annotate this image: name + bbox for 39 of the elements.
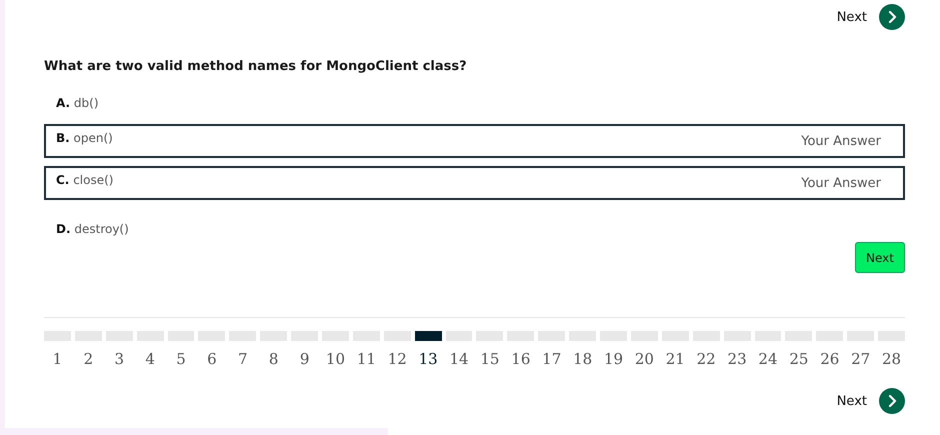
next-link[interactable]: Next xyxy=(836,10,867,24)
question-number[interactable]: 16 xyxy=(511,350,530,368)
question-number[interactable]: 3 xyxy=(114,350,124,368)
answer-option[interactable]: A. db() xyxy=(44,82,905,116)
question-number[interactable]: 27 xyxy=(851,350,870,368)
question-number[interactable]: 12 xyxy=(388,350,407,368)
your-answer-label: Your Answer xyxy=(801,133,882,149)
your-answer-label: Your Answer xyxy=(801,175,882,191)
question-number[interactable]: 28 xyxy=(882,350,902,368)
question-number[interactable]: 5 xyxy=(176,350,186,368)
question-number[interactable]: 10 xyxy=(326,350,346,368)
question-number[interactable]: 23 xyxy=(728,350,747,368)
question-number[interactable]: 24 xyxy=(758,350,778,368)
question-number[interactable]: 8 xyxy=(268,350,278,368)
question-number[interactable]: 20 xyxy=(634,350,654,368)
question-number[interactable]: 25 xyxy=(789,350,808,368)
next-link[interactable]: Next xyxy=(836,394,867,408)
question-number[interactable]: 26 xyxy=(820,350,840,368)
question-text: What are two valid method names for MongoClient class? xyxy=(44,59,468,74)
question-number[interactable]: 17 xyxy=(542,350,562,368)
question-number[interactable]: 22 xyxy=(696,350,716,368)
question-number[interactable]: 13 xyxy=(418,350,438,368)
question-number[interactable]: 15 xyxy=(480,350,500,368)
question-number[interactable]: 21 xyxy=(666,350,685,368)
question-number[interactable]: 9 xyxy=(300,350,310,368)
question-number[interactable]: 1 xyxy=(52,350,62,368)
progress-segment[interactable] xyxy=(414,331,442,341)
question-number[interactable]: 11 xyxy=(356,350,376,368)
answer-option-selected[interactable]: C. close() Your Answer xyxy=(44,166,905,200)
answer-option[interactable]: D. destroy() xyxy=(44,208,905,242)
question-number[interactable]: 7 xyxy=(238,350,248,368)
question-number[interactable]: 6 xyxy=(207,350,217,368)
question-number[interactable]: 19 xyxy=(604,350,624,368)
question-number[interactable]: 18 xyxy=(573,350,592,368)
question-number[interactable]: 4 xyxy=(145,350,155,368)
answer-option-selected[interactable]: B. open() Your Answer xyxy=(44,124,905,158)
question-number[interactable]: 14 xyxy=(449,350,469,368)
question-number[interactable]: 2 xyxy=(84,350,94,368)
next-button[interactable]: Next xyxy=(855,242,905,273)
